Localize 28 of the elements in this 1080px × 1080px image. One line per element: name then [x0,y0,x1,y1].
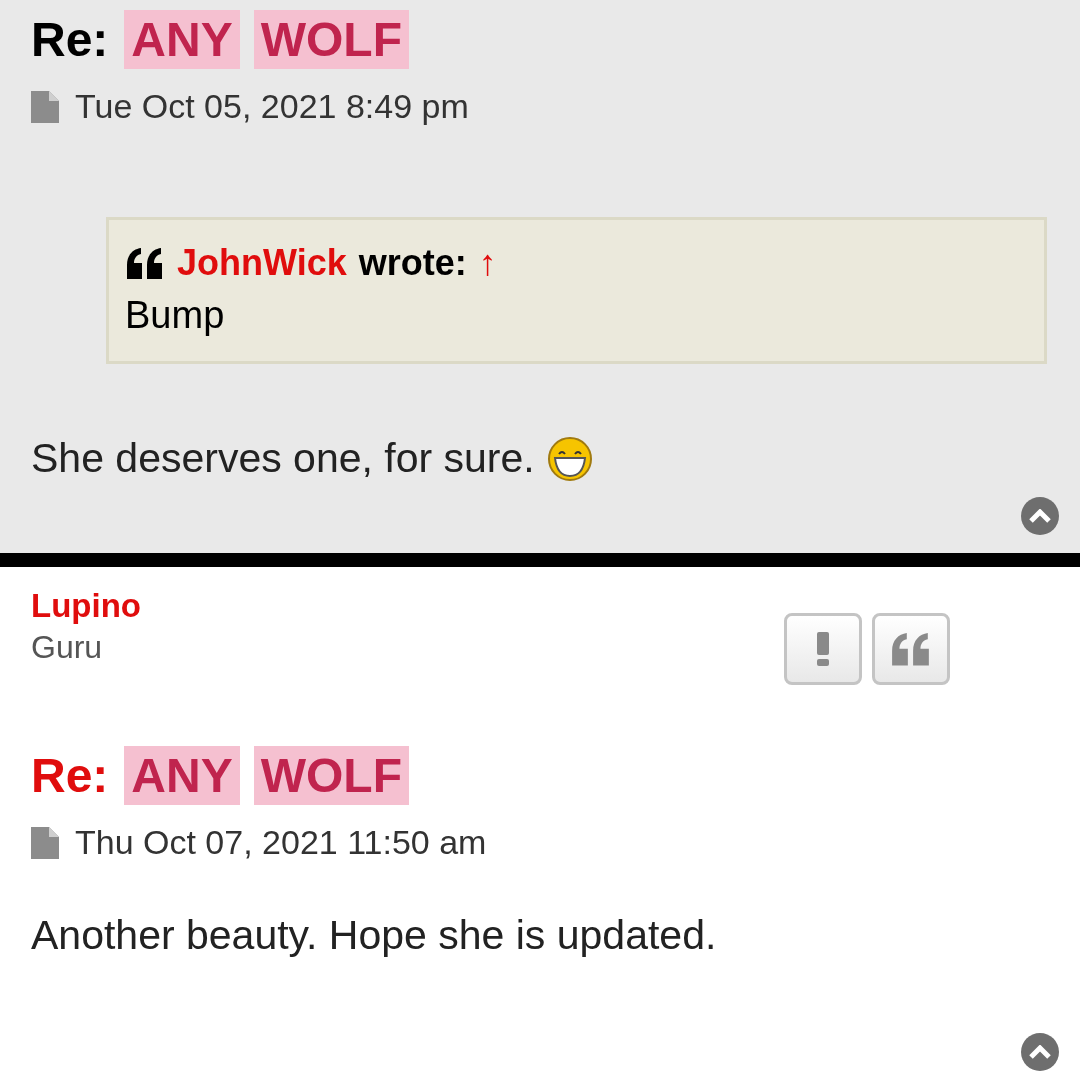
post-text: She deserves one, for sure. [31,435,535,482]
quoted-text: Bump [125,294,226,337]
jump-to-post-link[interactable]: ↑ [478,242,497,284]
quote-icon [125,247,165,279]
post-title-link[interactable]: Re: [31,12,109,67]
author-rank: Guru [31,629,104,666]
quoted-author-link[interactable]: JohnWick [177,242,347,284]
highlighted-word: ANY [124,10,240,69]
post-date: Thu Oct 07, 2021 11:50 am [75,823,487,862]
author-link[interactable]: Lupino [31,587,141,625]
wrote-label: wrote: [358,242,467,284]
post-title-link[interactable]: Re: [31,748,109,803]
report-button[interactable] [784,613,862,685]
post-text: Another beauty. Hope she is updated. [31,912,717,959]
quote-icon [890,632,932,666]
exclamation-icon [817,632,829,666]
back-to-top-button[interactable] [1021,1033,1059,1071]
file-icon [31,826,59,859]
grinning-smiley-icon [546,435,593,482]
quote-button[interactable] [872,613,950,685]
highlighted-word: WOLF [253,10,409,69]
file-icon [31,90,59,123]
highlighted-word: WOLF [253,746,409,805]
highlighted-word: ANY [124,746,240,805]
chevron-up-icon [1029,1045,1051,1059]
chevron-up-icon [1029,509,1051,523]
back-to-top-button[interactable] [1021,497,1059,535]
post-date: Tue Oct 05, 2021 8:49 pm [75,87,469,126]
